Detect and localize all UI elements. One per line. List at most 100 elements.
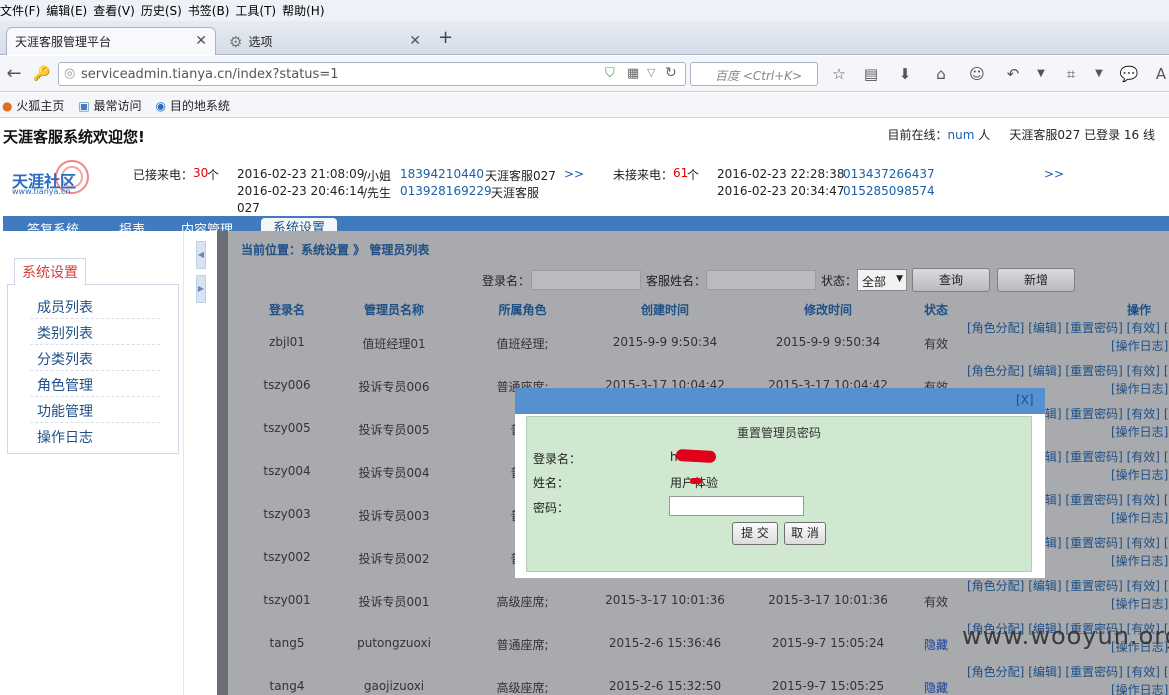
toggle-valid-link[interactable]: [有效] xyxy=(1127,579,1160,593)
key-icon[interactable]: 🔑 xyxy=(30,56,54,92)
reset-password-link[interactable]: [重置密码] xyxy=(1065,665,1122,679)
more-link[interactable]: [落 xyxy=(1164,665,1169,679)
op-log-link[interactable]: [操作日志] xyxy=(1111,382,1168,396)
reset-password-link[interactable]: [重置密码] xyxy=(1065,536,1122,550)
toggle-valid-link[interactable]: [有效] xyxy=(1127,665,1160,679)
op-log-link[interactable]: [操作日志] xyxy=(1111,425,1168,439)
op-log-link[interactable]: [操作日志] xyxy=(1111,468,1168,482)
login-name-input[interactable] xyxy=(531,270,641,290)
close-tab-icon[interactable]: ✕ xyxy=(195,33,207,49)
bookmark-destination[interactable]: ◉ 目的地系统 xyxy=(156,97,230,114)
url-bar[interactable]: ◎ serviceadmin.tianya.cn/index?status=1 … xyxy=(58,62,686,86)
menu-view[interactable]: 查看(V) xyxy=(93,2,141,19)
answered-more-link[interactable]: >> xyxy=(564,167,584,181)
query-button[interactable]: 查询 xyxy=(912,268,990,292)
toggle-valid-link[interactable]: [有效] xyxy=(1127,407,1160,421)
status-select[interactable]: 全部 ▼ xyxy=(857,269,907,291)
more-link[interactable]: [落 xyxy=(1164,407,1169,421)
shield-icon[interactable]: ⛉ xyxy=(605,66,615,81)
reset-password-link[interactable]: [重置密码] xyxy=(1065,579,1122,593)
home-icon[interactable]: ⌂ xyxy=(926,56,956,92)
menu-bookmarks[interactable]: 书签(B) xyxy=(188,2,236,19)
edit-link[interactable]: [编辑] xyxy=(1028,579,1061,593)
reload-icon[interactable]: ↻ xyxy=(665,65,677,81)
sidebar-item-roles[interactable]: 角色管理 xyxy=(37,375,93,395)
missed-phone[interactable]: 013437266437 xyxy=(843,167,935,181)
comment-icon[interactable]: 💬 xyxy=(1114,56,1144,92)
tab-tianya[interactable]: 天涯客服管理平台 ✕ xyxy=(6,27,216,55)
menu-file[interactable]: 文件(F) xyxy=(0,2,46,19)
toggle-valid-link[interactable]: [有效] xyxy=(1127,450,1160,464)
search-input[interactable]: 百度 <Ctrl+K> xyxy=(690,62,818,86)
more-link[interactable]: [落 xyxy=(1164,493,1169,507)
back-arrow-icon[interactable]: ← xyxy=(2,56,26,92)
reset-password-link[interactable]: [重置密码] xyxy=(1065,364,1122,378)
nav-tab-reply[interactable]: 答复系统 xyxy=(27,219,79,231)
answered-phone[interactable]: 18394210440 xyxy=(400,167,484,181)
new-tab-button[interactable]: + xyxy=(438,27,453,48)
op-log-link[interactable]: [操作日志] xyxy=(1111,511,1168,525)
bookmark-most-visited[interactable]: ▣ 最常访问 xyxy=(78,97,141,114)
menu-history[interactable]: 历史(S) xyxy=(141,2,188,19)
password-input[interactable] xyxy=(669,496,804,516)
chat-icon[interactable]: ☺ xyxy=(962,56,992,92)
star-icon[interactable]: ☆ xyxy=(824,56,854,92)
menu-tools[interactable]: 工具(T) xyxy=(235,2,282,19)
reset-password-link[interactable]: [重置密码] xyxy=(1065,321,1122,335)
scroll-right-arrow-icon[interactable]: ▶ xyxy=(196,275,206,303)
reset-password-link[interactable]: [重置密码] xyxy=(1065,493,1122,507)
dialog-close-button[interactable]: [X] xyxy=(1016,393,1034,407)
toggle-valid-link[interactable]: [有效] xyxy=(1127,536,1160,550)
submit-button[interactable]: 提 交 xyxy=(732,522,778,545)
chevron-down-icon[interactable]: ▼ xyxy=(1084,56,1114,92)
edit-link[interactable]: [编辑] xyxy=(1028,321,1061,335)
sidebar-item-classification[interactable]: 分类列表 xyxy=(37,349,93,369)
sidebar-item-categories[interactable]: 类别列表 xyxy=(37,323,93,343)
toggle-valid-link[interactable]: [有效] xyxy=(1127,321,1160,335)
op-log-link[interactable]: [操作日志] xyxy=(1111,339,1168,353)
more-link[interactable]: [落 xyxy=(1164,536,1169,550)
edit-link[interactable]: [编辑] xyxy=(1028,665,1061,679)
nav-tab-report[interactable]: 报表 xyxy=(119,219,145,231)
cancel-button[interactable]: 取 消 xyxy=(784,522,826,545)
reading-list-icon[interactable]: ▤ xyxy=(856,56,886,92)
text-icon[interactable]: A xyxy=(1146,56,1169,92)
missed-phone[interactable]: 015285098574 xyxy=(843,184,935,198)
answered-phone[interactable]: 013928169229 xyxy=(400,184,492,198)
sidebar-item-oplog[interactable]: 操作日志 xyxy=(37,427,93,447)
more-link[interactable]: [落 xyxy=(1164,579,1169,593)
toggle-valid-link[interactable]: [有效] xyxy=(1127,493,1160,507)
more-link[interactable]: [落 xyxy=(1164,364,1169,378)
nav-tab-settings[interactable]: 系统设置 xyxy=(261,218,338,231)
download-icon[interactable]: ⬇ xyxy=(890,56,920,92)
assign-role-link[interactable]: [角色分配] xyxy=(967,364,1024,378)
menu-edit[interactable]: 编辑(E) xyxy=(46,2,93,19)
missed-more-link[interactable]: >> xyxy=(1044,167,1064,181)
sidebar-item-members[interactable]: 成员列表 xyxy=(37,297,93,317)
op-log-link[interactable]: [操作日志] xyxy=(1111,683,1168,695)
assign-role-link[interactable]: [角色分配] xyxy=(967,665,1024,679)
dropdown-icon[interactable]: ▽ xyxy=(647,66,655,79)
reset-password-link[interactable]: [重置密码] xyxy=(1065,407,1122,421)
edit-link[interactable]: [编辑] xyxy=(1028,364,1061,378)
crop-icon[interactable]: ⌗ xyxy=(1056,56,1086,92)
more-link[interactable]: [落 xyxy=(1164,450,1169,464)
op-log-link[interactable]: [操作日志] xyxy=(1111,597,1168,611)
assign-role-link[interactable]: [角色分配] xyxy=(967,579,1024,593)
add-button[interactable]: 新增 xyxy=(997,268,1075,292)
reset-password-link[interactable]: [重置密码] xyxy=(1065,450,1122,464)
splitter[interactable] xyxy=(217,231,228,695)
sidebar-scrollbar[interactable]: ◀ ▶ xyxy=(183,231,217,695)
agent-name-input[interactable] xyxy=(706,270,816,290)
close-tab-icon[interactable]: ✕ xyxy=(409,33,421,49)
toggle-valid-link[interactable]: [有效] xyxy=(1127,364,1160,378)
op-log-link[interactable]: [操作日志] xyxy=(1111,554,1168,568)
nav-tab-content[interactable]: 内容管理 xyxy=(181,219,233,231)
assign-role-link[interactable]: [角色分配] xyxy=(967,321,1024,335)
chevron-down-icon[interactable]: ▼ xyxy=(1026,56,1056,92)
tab-options[interactable]: ⚙ 选项 ✕ xyxy=(220,27,430,55)
menu-help[interactable]: 帮助(H) xyxy=(282,2,330,19)
undo-icon[interactable]: ↶ xyxy=(998,56,1028,92)
sidebar-item-functions[interactable]: 功能管理 xyxy=(37,401,93,421)
scroll-left-arrow-icon[interactable]: ◀ xyxy=(196,241,206,269)
